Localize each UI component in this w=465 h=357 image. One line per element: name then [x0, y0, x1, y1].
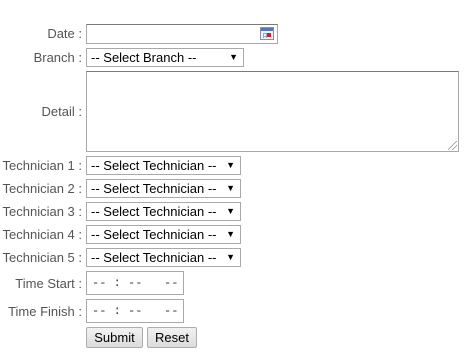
- detail-textarea[interactable]: [86, 71, 459, 152]
- technician-2-select-value: -- Select Technician --: [91, 181, 217, 196]
- reset-button[interactable]: Reset: [147, 327, 197, 348]
- technician-5-label: Technician 5 :: [2, 250, 83, 265]
- branch-select-value: -- Select Branch --: [91, 50, 197, 65]
- technician-3-select-value: -- Select Technician --: [91, 204, 217, 219]
- time-finish-input[interactable]: -- : -- --: [86, 299, 184, 323]
- chevron-down-icon: ▼: [226, 183, 235, 193]
- technician-1-select[interactable]: -- Select Technician -- ▼: [86, 156, 241, 175]
- resize-handle-icon[interactable]: [448, 141, 457, 150]
- technician-3-select[interactable]: -- Select Technician -- ▼: [86, 202, 241, 221]
- technician-3-label: Technician 3 :: [2, 204, 83, 219]
- chevron-down-icon: ▼: [226, 252, 235, 262]
- technician-5-select-value: -- Select Technician --: [91, 250, 217, 265]
- branch-select[interactable]: -- Select Branch -- ▼: [86, 48, 244, 67]
- time-start-label: Time Start :: [15, 276, 82, 291]
- chevron-down-icon: ▼: [226, 206, 235, 216]
- technician-2-select[interactable]: -- Select Technician -- ▼: [86, 179, 241, 198]
- date-label: Date :: [47, 26, 82, 41]
- technician-4-select[interactable]: -- Select Technician -- ▼: [86, 225, 241, 244]
- chevron-down-icon: ▼: [229, 52, 238, 62]
- chevron-down-icon: ▼: [226, 229, 235, 239]
- time-finish-label: Time Finish :: [8, 304, 82, 319]
- technician-1-label: Technician 1 :: [2, 158, 83, 173]
- technician-2-label: Technician 2 :: [2, 181, 83, 196]
- technician-4-label: Technician 4 :: [2, 227, 83, 242]
- technician-1-select-value: -- Select Technician --: [91, 158, 217, 173]
- branch-label: Branch :: [33, 50, 82, 65]
- technician-5-select[interactable]: -- Select Technician -- ▼: [86, 248, 241, 267]
- date-field[interactable]: [86, 24, 278, 44]
- chevron-down-icon: ▼: [226, 160, 235, 170]
- calendar-icon[interactable]: [260, 27, 274, 40]
- time-start-input[interactable]: -- : -- --: [86, 271, 184, 295]
- technician-4-select-value: -- Select Technician --: [91, 227, 217, 242]
- detail-label: Detail :: [41, 104, 82, 119]
- submit-button[interactable]: Submit: [86, 327, 143, 348]
